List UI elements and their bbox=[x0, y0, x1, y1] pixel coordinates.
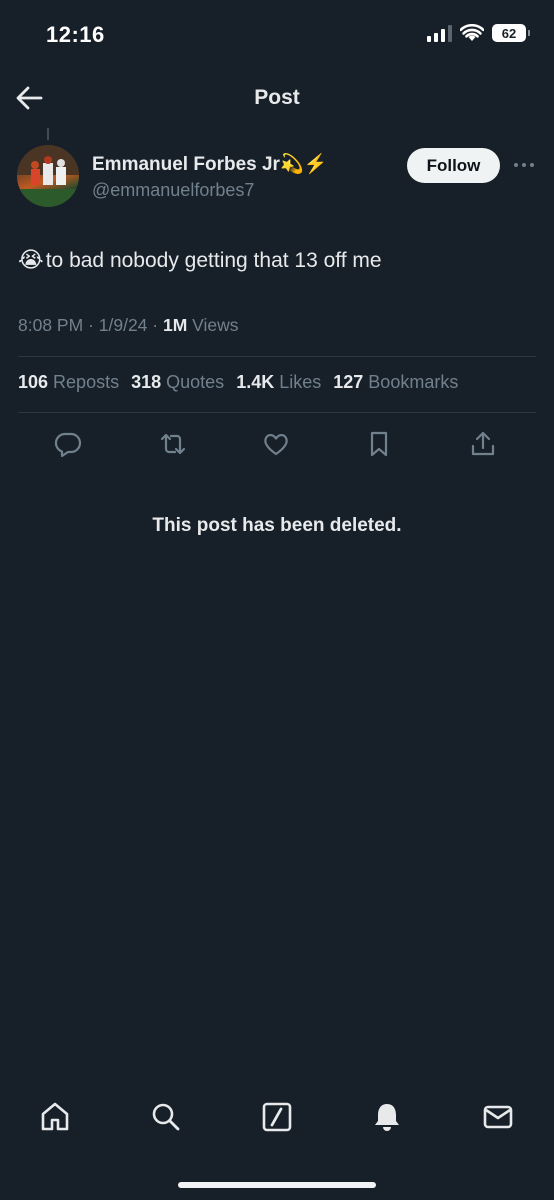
post-time: 8:08 PM bbox=[18, 315, 84, 335]
stat-likes[interactable]: 1.4K Likes bbox=[236, 372, 321, 393]
like-icon[interactable] bbox=[261, 429, 291, 459]
author-name[interactable]: Emmanuel Forbes Jr💫⚡️ bbox=[92, 152, 327, 176]
stat-bookmarks[interactable]: 127 Bookmarks bbox=[333, 372, 458, 393]
repost-icon[interactable] bbox=[158, 429, 188, 459]
post-meta: 8:08 PM · 1/9/24 · 1M Views bbox=[18, 315, 239, 335]
views-label: Views bbox=[192, 315, 239, 335]
battery-icon: 62 bbox=[492, 24, 530, 42]
stat-quotes[interactable]: 318 Quotes bbox=[131, 372, 224, 393]
post-stats: 106 Reposts 318 Quotes 1.4K Likes 127 Bookma… bbox=[18, 372, 458, 393]
wifi-icon bbox=[460, 24, 484, 41]
deleted-notice: This post has been deleted. bbox=[152, 515, 402, 536]
bottom-tab-bar bbox=[0, 1090, 554, 1146]
crying-emoji: 😭 bbox=[18, 247, 44, 272]
bookmark-icon[interactable] bbox=[364, 429, 394, 459]
post-body: to bad nobody getting that 13 off me bbox=[45, 249, 382, 272]
grok-icon[interactable] bbox=[260, 1100, 294, 1134]
divider bbox=[18, 412, 536, 413]
status-icons: 62 bbox=[427, 24, 530, 42]
signal-icon bbox=[427, 24, 452, 42]
follow-button[interactable]: Follow bbox=[407, 148, 500, 183]
post-date: 1/9/24 bbox=[98, 315, 148, 335]
author-handle[interactable]: @emmanuelforbes7 bbox=[92, 180, 254, 201]
avatar[interactable] bbox=[17, 145, 79, 207]
status-bar: 12:16 62 bbox=[0, 0, 554, 70]
search-icon[interactable] bbox=[149, 1100, 183, 1134]
nav-header: Post bbox=[0, 72, 554, 124]
post-text: 😭to bad nobody getting that 13 off me bbox=[18, 247, 382, 273]
avatar-image bbox=[17, 145, 79, 207]
stat-reposts[interactable]: 106 Reposts bbox=[18, 372, 119, 393]
divider bbox=[18, 356, 536, 357]
home-icon[interactable] bbox=[38, 1100, 72, 1134]
views-count[interactable]: 1M bbox=[163, 315, 187, 335]
notifications-icon[interactable] bbox=[370, 1100, 404, 1134]
messages-icon[interactable] bbox=[481, 1100, 515, 1134]
battery-level: 62 bbox=[501, 25, 517, 41]
post-actions bbox=[0, 423, 554, 467]
thread-line bbox=[47, 128, 49, 140]
more-options-icon[interactable] bbox=[512, 155, 536, 175]
home-indicator[interactable] bbox=[178, 1182, 376, 1188]
share-icon[interactable] bbox=[468, 429, 498, 459]
status-time: 12:16 bbox=[46, 22, 105, 47]
reply-icon[interactable] bbox=[53, 429, 83, 459]
page-title: Post bbox=[254, 86, 300, 109]
